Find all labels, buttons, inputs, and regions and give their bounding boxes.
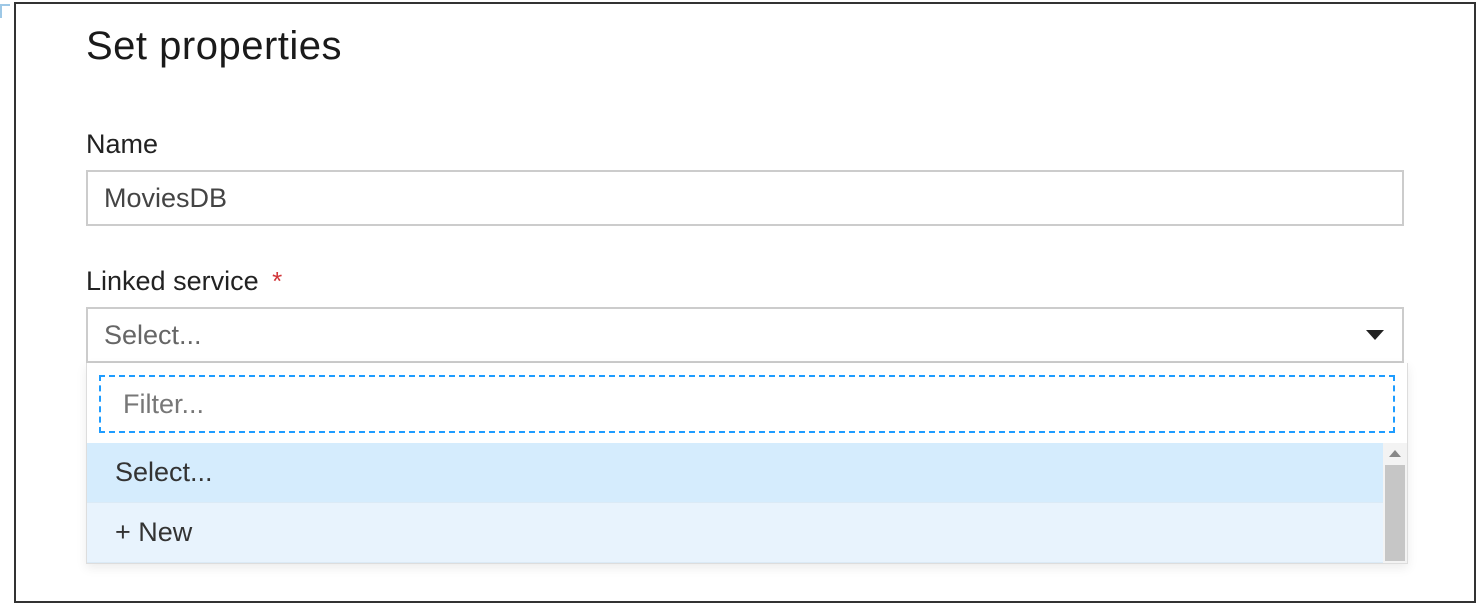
dropdown-scrollbar[interactable] [1383,443,1407,563]
required-indicator: * [272,266,282,296]
option-select-placeholder[interactable]: Select... [87,443,1383,503]
linked-service-select[interactable]: Select... [86,307,1404,363]
name-input[interactable] [86,170,1404,226]
scroll-up-icon[interactable] [1383,443,1407,463]
option-new[interactable]: + New [87,503,1383,563]
filter-input[interactable] [99,375,1395,433]
filter-wrapper [87,373,1407,443]
chevron-down-icon [1366,330,1384,340]
linked-service-field-group: Linked service * Select... Select... + N… [86,266,1404,363]
linked-service-select-value: Select... [104,320,202,351]
name-label: Name [86,129,158,160]
linked-service-label-text: Linked service [86,266,259,296]
page-title: Set properties [86,24,1404,69]
left-accent-decoration [0,4,10,18]
linked-service-dropdown: Select... + New [86,363,1408,564]
scroll-thumb[interactable] [1385,465,1405,561]
linked-service-select-wrapper: Select... Select... + New [86,307,1404,363]
panel-border: Set properties Name Linked service * Sel… [14,2,1476,603]
name-field-group: Name [86,129,1404,226]
options-area: Select... + New [87,443,1407,563]
options-list: Select... + New [87,443,1383,563]
linked-service-label: Linked service * [86,266,282,297]
